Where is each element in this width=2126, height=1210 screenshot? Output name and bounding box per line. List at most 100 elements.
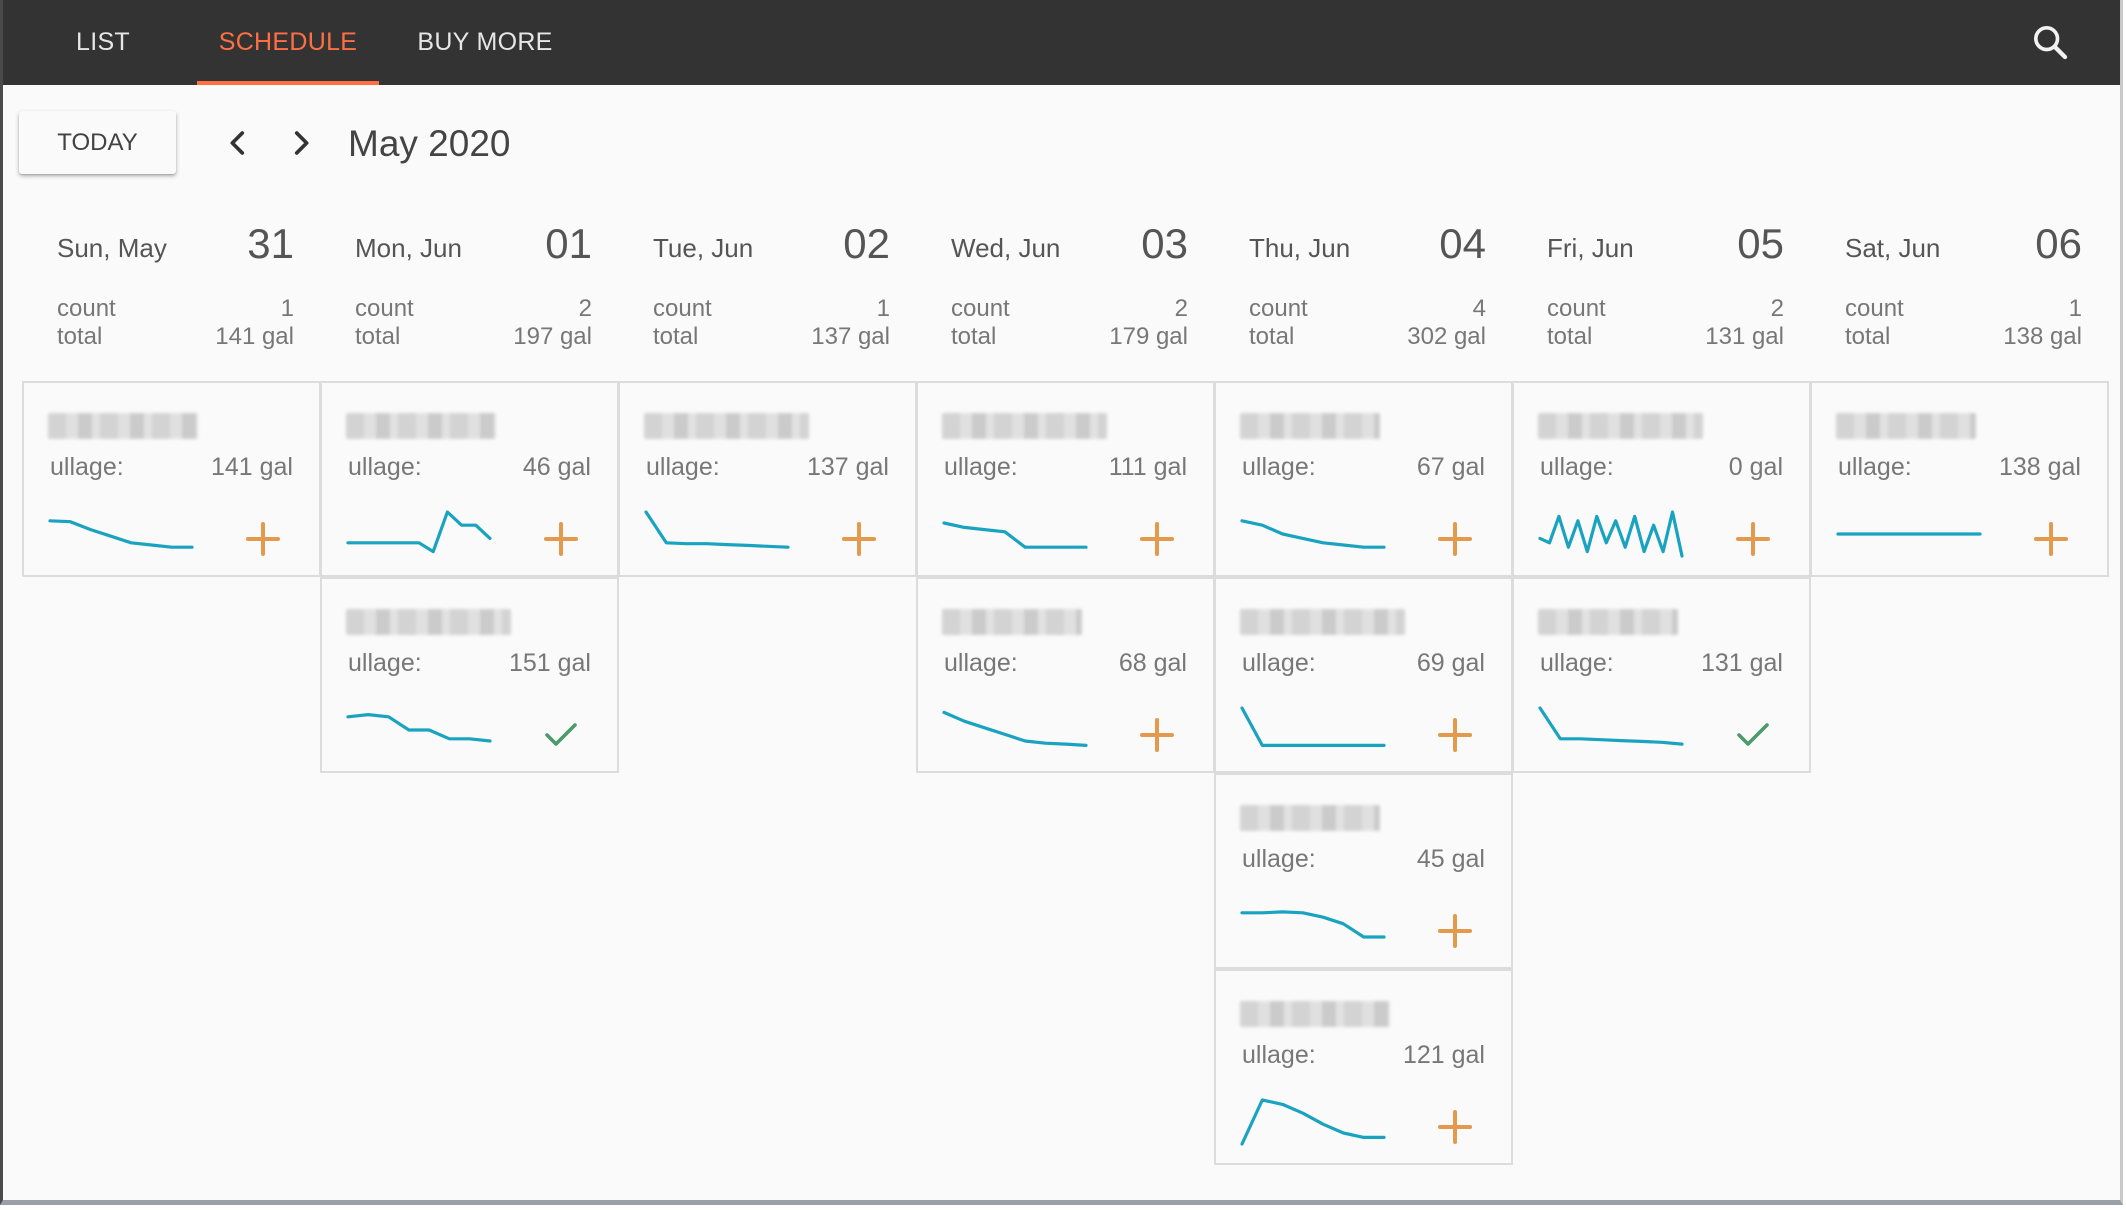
count-value: 1 bbox=[876, 295, 890, 322]
level-sparkline bbox=[48, 519, 194, 549]
total-value: 138 gal bbox=[2003, 323, 2082, 350]
day-number: 04 bbox=[1439, 220, 1486, 267]
sparkline-path bbox=[1240, 706, 1386, 748]
add-icon[interactable] bbox=[2031, 519, 2071, 559]
count-value: 2 bbox=[578, 295, 592, 322]
search-icon[interactable] bbox=[2030, 22, 2070, 62]
total-label: total bbox=[1547, 323, 1593, 350]
day-name: Sat, Jun bbox=[1845, 233, 1941, 263]
redacted-customer-name bbox=[346, 609, 511, 635]
delivery-card[interactable]: ullage: 46 gal bbox=[320, 381, 619, 577]
check-icon[interactable] bbox=[541, 715, 581, 755]
total-label: total bbox=[57, 323, 103, 350]
chevron-right-icon[interactable] bbox=[284, 126, 318, 160]
total-value: 302 gal bbox=[1407, 323, 1486, 350]
ullage-row: ullage: 141 gal bbox=[50, 453, 293, 482]
delivery-card[interactable]: ullage: 45 gal bbox=[1214, 773, 1513, 969]
count-label: count bbox=[1845, 295, 1904, 322]
delivery-card[interactable]: ullage: 137 gal bbox=[618, 381, 917, 577]
add-icon[interactable] bbox=[1733, 519, 1773, 559]
day-total-row: total 302 gal bbox=[1249, 323, 1486, 351]
today-button[interactable]: TODAY bbox=[19, 111, 176, 174]
delivery-card[interactable]: ullage: 131 gal bbox=[1512, 577, 1811, 773]
level-sparkline bbox=[1836, 532, 1982, 536]
day-total-row: total 137 gal bbox=[653, 323, 890, 351]
day-number: 02 bbox=[843, 220, 890, 267]
top-navigation-bar: LIST SCHEDULE BUY MORE bbox=[3, 0, 2120, 85]
ullage-value: 151 gal bbox=[508, 649, 591, 677]
delivery-card[interactable]: ullage: 69 gal bbox=[1214, 577, 1513, 773]
redacted-customer-name bbox=[346, 413, 496, 439]
ullage-label: ullage: bbox=[348, 649, 422, 677]
day-total-row: total 138 gal bbox=[1845, 323, 2082, 351]
day-name: Thu, Jun bbox=[1249, 233, 1351, 263]
day-header: Thu, Jun 04 count 4 total 302 gal bbox=[1214, 215, 1512, 365]
ullage-row: ullage: 0 gal bbox=[1540, 453, 1783, 482]
total-label: total bbox=[653, 323, 699, 350]
ullage-label: ullage: bbox=[1242, 649, 1316, 677]
total-value: 141 gal bbox=[215, 323, 294, 350]
total-label: total bbox=[1845, 323, 1891, 350]
ullage-value: 121 gal bbox=[1402, 1041, 1485, 1069]
delivery-card[interactable]: ullage: 111 gal bbox=[916, 381, 1215, 577]
count-value: 4 bbox=[1472, 295, 1486, 322]
total-label: total bbox=[355, 323, 401, 350]
day-header: Wed, Jun 03 count 2 total 179 gal bbox=[916, 215, 1214, 365]
count-label: count bbox=[355, 295, 414, 322]
day-header: Tue, Jun 02 count 1 total 137 gal bbox=[618, 215, 916, 365]
ullage-value: 67 gal bbox=[1416, 453, 1485, 481]
level-sparkline bbox=[1240, 910, 1386, 939]
sparkline-path bbox=[1240, 1098, 1386, 1146]
chevron-left-icon[interactable] bbox=[221, 126, 255, 160]
ullage-value: 141 gal bbox=[210, 453, 293, 481]
delivery-card[interactable]: ullage: 121 gal bbox=[1214, 969, 1513, 1165]
tab-list[interactable]: LIST bbox=[55, 0, 151, 85]
tab-schedule[interactable]: SCHEDULE bbox=[197, 0, 379, 85]
total-value: 131 gal bbox=[1705, 323, 1784, 350]
delivery-card[interactable]: ullage: 151 gal bbox=[320, 577, 619, 773]
sparkline-path bbox=[942, 521, 1088, 549]
add-icon[interactable] bbox=[839, 519, 879, 559]
day-count-row: count 1 bbox=[653, 295, 890, 323]
redacted-customer-name bbox=[942, 413, 1107, 439]
count-label: count bbox=[1249, 295, 1308, 322]
day-number: 31 bbox=[247, 220, 294, 267]
delivery-card[interactable]: ullage: 0 gal bbox=[1512, 381, 1811, 577]
level-sparkline bbox=[942, 521, 1088, 549]
add-icon[interactable] bbox=[243, 519, 283, 559]
count-value: 1 bbox=[2068, 295, 2082, 322]
redacted-customer-name bbox=[644, 413, 809, 439]
redacted-customer-name bbox=[1240, 413, 1380, 439]
total-label: total bbox=[1249, 323, 1295, 350]
count-label: count bbox=[951, 295, 1010, 322]
count-value: 2 bbox=[1174, 295, 1188, 322]
delivery-card[interactable]: ullage: 67 gal bbox=[1214, 381, 1513, 577]
add-icon[interactable] bbox=[1435, 911, 1475, 951]
level-sparkline bbox=[346, 510, 492, 554]
delivery-card[interactable]: ullage: 138 gal bbox=[1810, 381, 2109, 577]
ullage-label: ullage: bbox=[348, 453, 422, 481]
add-icon[interactable] bbox=[541, 519, 581, 559]
level-sparkline bbox=[644, 510, 790, 549]
add-icon[interactable] bbox=[1137, 519, 1177, 559]
day-count-row: count 4 bbox=[1249, 295, 1486, 323]
add-icon[interactable] bbox=[1137, 715, 1177, 755]
add-icon[interactable] bbox=[1435, 519, 1475, 559]
sparkline-path bbox=[942, 710, 1088, 748]
day-name: Fri, Jun bbox=[1547, 233, 1634, 263]
redacted-customer-name bbox=[1240, 805, 1380, 831]
ullage-label: ullage: bbox=[944, 649, 1018, 677]
total-value: 137 gal bbox=[811, 323, 890, 350]
count-label: count bbox=[57, 295, 116, 322]
check-icon[interactable] bbox=[1733, 715, 1773, 755]
add-icon[interactable] bbox=[1435, 715, 1475, 755]
tab-buy-more[interactable]: BUY MORE bbox=[405, 0, 565, 85]
add-icon[interactable] bbox=[1435, 1107, 1475, 1147]
day-name: Sun, May bbox=[57, 233, 167, 263]
delivery-card[interactable]: ullage: 141 gal bbox=[22, 381, 321, 577]
delivery-card[interactable]: ullage: 68 gal bbox=[916, 577, 1215, 773]
ullage-label: ullage: bbox=[944, 453, 1018, 481]
sparkline-path bbox=[346, 713, 492, 743]
level-sparkline bbox=[346, 713, 492, 743]
level-sparkline bbox=[1538, 510, 1684, 558]
